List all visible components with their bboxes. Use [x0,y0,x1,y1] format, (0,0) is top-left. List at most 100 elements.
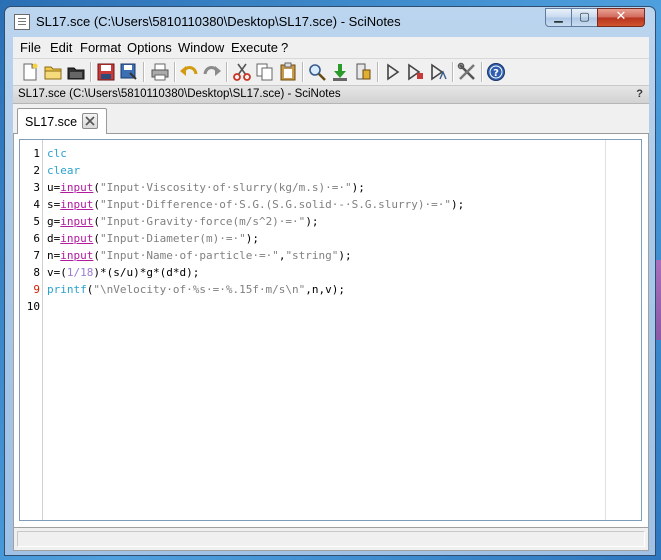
code-line[interactable]: n=input("Input·Name·of·particle·=·","str… [47,247,352,264]
close-tab-icon[interactable] [82,113,98,129]
string-token: "Input·Difference·of·S.G.(S.G.solid·-·S.… [100,198,451,211]
code-text[interactable]: clc clear u=input("Input·Viscosity·of·slur… [47,140,607,520]
code-token: n= [47,249,61,262]
tab-label: SL17.sce [25,115,78,129]
menu-file[interactable]: File [20,40,41,55]
string-token: "\nVelocity·of·%s·=·%.15f·m/s\n" [93,283,306,296]
line-number: 9 [33,283,40,296]
code-token: g= [47,215,61,228]
keyword-token: clear [47,164,81,177]
save-icon[interactable] [96,62,116,82]
code-token: v=( [47,266,67,279]
line-number: 7 [33,249,40,262]
open-recent-icon[interactable] [66,62,86,82]
menu-format[interactable]: Format [80,40,121,55]
undo-icon[interactable] [179,62,199,82]
menu-help[interactable]: ? [281,40,288,55]
line-number: 10 [26,300,40,313]
title-bar[interactable]: SL17.sce (C:\Users\5810110380\Desktop\SL… [5,7,655,37]
line-number: 6 [33,232,40,245]
menu-options[interactable]: Options [127,40,172,55]
code-token: ( [93,181,100,194]
code-line[interactable]: printf("\nVelocity·of·%s·=·%.15f·m/s\n",… [47,281,345,298]
run-icon[interactable] [382,62,402,82]
code-token: ); [338,249,352,262]
code-token: ); [351,181,365,194]
string-token: "string" [285,249,339,262]
number-token: 1/18 [66,266,94,279]
svg-text:?: ? [493,68,499,79]
search-replace-icon[interactable] [307,62,327,82]
execute-file-icon[interactable] [353,62,373,82]
editor-area: 1 2 3 4 5 6 7 8 9 10 clc clear u=input("Input·Visco… [13,134,649,527]
toolbar-separator [452,62,453,82]
redo-icon[interactable] [202,62,222,82]
code-line[interactable]: g=input("Input·Gravity·force(m/s^2)·=·")… [47,213,319,230]
code-token: ( [93,232,100,245]
toolbar-separator [481,62,482,82]
code-token: ); [305,215,319,228]
help-icon[interactable]: ? [486,62,506,82]
line-number-gutter: 1 2 3 4 5 6 7 8 9 10 [20,140,43,520]
toolbar-separator [302,62,303,82]
builtin-function-token: input [60,181,94,194]
code-token: u= [47,181,61,194]
document-help-button[interactable]: ? [636,88,643,100]
maximize-button[interactable]: ▢ [571,8,598,27]
document-title-bar: SL17.sce (C:\Users\5810110380\Desktop\SL… [13,85,649,104]
menu-window[interactable]: Window [178,40,224,55]
open-file-icon[interactable] [43,62,63,82]
cut-icon[interactable] [232,62,252,82]
code-token: )*(s/u)*g*(d*d); [93,266,200,279]
code-token: s= [47,198,61,211]
status-bar [13,527,649,551]
toolbar-separator [226,62,227,82]
line-number: 8 [33,266,40,279]
code-line[interactable]: v=(1/18)*(s/u)*g*(d*d); [47,264,199,281]
menu-edit[interactable]: Edit [50,40,72,55]
builtin-function-token: input [60,232,94,245]
code-token: ,n,v); [305,283,346,296]
keyword-token: clc [47,147,67,160]
code-editor[interactable]: 1 2 3 4 5 6 7 8 9 10 clc clear u=input("Input·Visco… [19,139,642,521]
menu-bar: File Edit Format Options Window Execute … [13,37,649,59]
minimize-button[interactable]: ▁ [545,8,572,27]
toolbar-separator [174,62,175,82]
tab-sl17-sce[interactable]: SL17.sce [17,108,107,134]
toolbar-separator [377,62,378,82]
string-token: "Input·Viscosity·of·slurry(kg/m.s)·=·" [100,181,352,194]
load-into-scilab-icon[interactable] [330,62,350,82]
line-number: 3 [33,181,40,194]
code-token: ( [93,198,100,211]
print-icon[interactable] [150,62,170,82]
new-file-icon[interactable] [20,62,40,82]
builtin-function-token: input [60,215,94,228]
run-selection-icon[interactable] [405,62,425,82]
window-title: SL17.sce (C:\Users\5810110380\Desktop\SL… [36,14,401,29]
string-token: "Input·Name·of·particle·=·" [100,249,279,262]
status-panel [17,531,645,547]
builtin-function-token: input [60,198,94,211]
right-margin-guide [605,140,606,520]
save-as-icon[interactable] [119,62,139,82]
code-line[interactable]: s=input("Input·Difference·of·S.G.(S.G.so… [47,196,464,213]
close-button[interactable]: ✕ [597,8,645,27]
string-token: "Input·Diameter(m)·=·" [100,232,246,245]
code-line[interactable]: clc [47,145,67,162]
toolbar-separator [90,62,91,82]
editor-tab-strip: SL17.sce [13,104,649,134]
code-line[interactable]: u=input("Input·Viscosity·of·slurry(kg/m.… [47,179,365,196]
code-line[interactable]: clear [47,162,80,179]
code-line[interactable]: d=input("Input·Diameter(m)·=·"); [47,230,259,247]
code-token: ( [93,215,100,228]
code-token: ( [93,249,100,262]
copy-icon[interactable] [255,62,275,82]
scinotes-app-icon[interactable] [14,14,30,30]
string-token: "Input·Gravity·force(m/s^2)·=·" [100,215,306,228]
paste-icon[interactable] [278,62,298,82]
keyword-token: printf [47,283,87,296]
preferences-icon[interactable] [457,62,477,82]
run-with-echo-icon[interactable] [428,62,448,82]
code-token: d= [47,232,61,245]
menu-execute[interactable]: Execute [231,40,278,55]
